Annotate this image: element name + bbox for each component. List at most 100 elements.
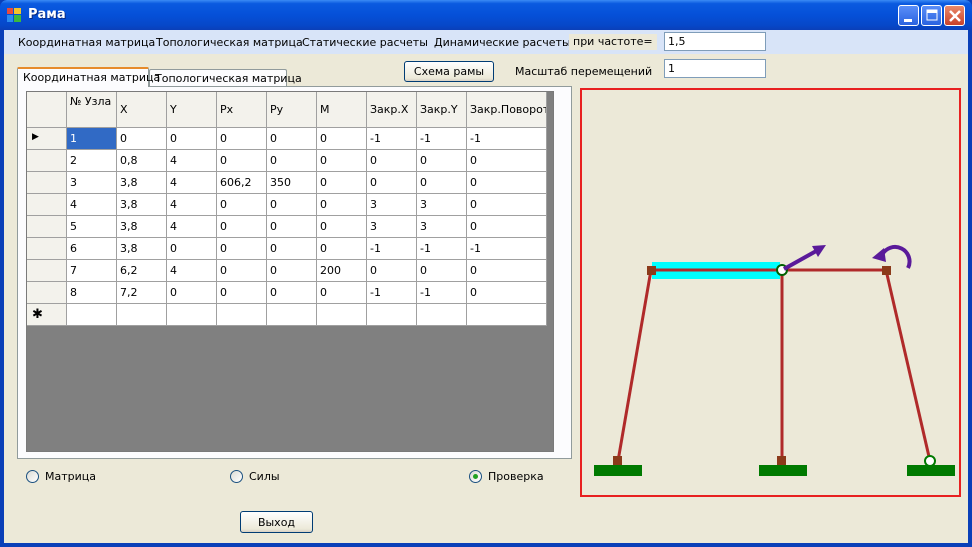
grid-cell[interactable]: 0,8 — [117, 150, 167, 172]
grid-new-row-cell[interactable] — [267, 304, 317, 326]
exit-button[interactable]: Выход — [240, 511, 313, 533]
grid-cell[interactable]: 0 — [467, 216, 547, 238]
grid-cell[interactable]: 0 — [417, 172, 467, 194]
grid-cell[interactable]: 200 — [317, 260, 367, 282]
grid-column-header[interactable]: Py — [267, 92, 317, 128]
grid-cell[interactable]: 0 — [267, 216, 317, 238]
grid-cell[interactable]: 0 — [317, 172, 367, 194]
grid-column-header[interactable]: № Узла — [67, 92, 117, 128]
grid-cell[interactable]: 0 — [217, 260, 267, 282]
grid-cell[interactable]: 0 — [117, 128, 167, 150]
grid-cell[interactable]: 4 — [167, 260, 217, 282]
maximize-button[interactable] — [921, 5, 942, 26]
grid-cell[interactable]: 3 — [367, 216, 417, 238]
grid-row-header[interactable]: ✱ — [27, 304, 67, 326]
grid-cell[interactable]: 7 — [67, 260, 117, 282]
grid-row-header[interactable] — [27, 150, 67, 172]
grid-cell[interactable]: 0 — [267, 282, 317, 304]
grid-cell[interactable]: 0 — [317, 238, 367, 260]
grid-cell[interactable]: 0 — [367, 260, 417, 282]
grid-cell[interactable]: 0 — [267, 260, 317, 282]
grid-new-row-cell[interactable] — [117, 304, 167, 326]
grid-cell[interactable]: 1 — [67, 128, 117, 150]
grid-cell[interactable]: 0 — [367, 172, 417, 194]
grid-column-header[interactable]: Закр.Y — [417, 92, 467, 128]
grid-cell[interactable]: 3 — [417, 216, 467, 238]
grid-column-header[interactable]: Закр.Поворот — [467, 92, 547, 128]
grid-cell[interactable]: 0 — [167, 128, 217, 150]
grid-cell[interactable]: 0 — [467, 172, 547, 194]
title-bar[interactable]: Рама — [0, 0, 972, 30]
radio-forces-label[interactable]: Силы — [249, 470, 280, 483]
grid-cell[interactable]: 0 — [267, 128, 317, 150]
grid-cell[interactable]: 350 — [267, 172, 317, 194]
grid-cell[interactable]: 0 — [267, 194, 317, 216]
grid-cell[interactable]: 3 — [67, 172, 117, 194]
grid-cell[interactable]: -1 — [367, 238, 417, 260]
grid-cell[interactable]: 3 — [367, 194, 417, 216]
frequency-input[interactable] — [664, 32, 766, 51]
grid-cell[interactable]: 0 — [217, 150, 267, 172]
grid-cell[interactable]: 0 — [217, 216, 267, 238]
grid-cell[interactable]: 3 — [417, 194, 467, 216]
grid-corner[interactable] — [27, 92, 67, 128]
grid-cell[interactable]: 0 — [167, 238, 217, 260]
grid-cell[interactable]: 2 — [67, 150, 117, 172]
grid-row-header[interactable] — [27, 172, 67, 194]
grid-cell[interactable]: 0 — [167, 282, 217, 304]
menu-coordinate-matrix[interactable]: Координатная матрица — [18, 36, 155, 49]
grid-new-row-cell[interactable] — [317, 304, 367, 326]
grid-cell[interactable]: -1 — [467, 128, 547, 150]
grid-cell[interactable]: 5 — [67, 216, 117, 238]
grid-column-header[interactable]: Y — [167, 92, 217, 128]
grid-cell[interactable]: -1 — [417, 282, 467, 304]
grid-new-row-cell[interactable] — [167, 304, 217, 326]
grid-cell[interactable]: 0 — [467, 194, 547, 216]
grid-cell[interactable]: 3,8 — [117, 216, 167, 238]
grid-cell[interactable]: -1 — [367, 282, 417, 304]
grid-column-header[interactable]: X — [117, 92, 167, 128]
grid-cell[interactable]: 0 — [467, 282, 547, 304]
scale-input[interactable] — [664, 59, 766, 78]
close-button[interactable] — [944, 5, 965, 26]
grid-cell[interactable]: 0 — [267, 238, 317, 260]
radio-matrix[interactable] — [26, 470, 39, 483]
grid-row-header[interactable]: ▶ — [27, 128, 67, 150]
grid-cell[interactable]: 606,2 — [217, 172, 267, 194]
grid-cell[interactable]: 4 — [167, 216, 217, 238]
grid-cell[interactable]: 0 — [417, 150, 467, 172]
grid-new-row-cell[interactable] — [467, 304, 547, 326]
grid-cell[interactable]: 0 — [217, 282, 267, 304]
grid-cell[interactable]: 0 — [217, 238, 267, 260]
grid-row-header[interactable] — [27, 216, 67, 238]
grid-cell[interactable]: -1 — [367, 128, 417, 150]
grid-cell[interactable]: 4 — [167, 194, 217, 216]
grid-cell[interactable]: 0 — [317, 216, 367, 238]
grid-cell[interactable]: 6 — [67, 238, 117, 260]
radio-check-label[interactable]: Проверка — [488, 470, 544, 483]
grid-cell[interactable]: -1 — [417, 128, 467, 150]
menu-topology-matrix[interactable]: Топологическая матрица — [156, 36, 303, 49]
grid-cell[interactable]: 4 — [167, 150, 217, 172]
menu-dynamic-calculations[interactable]: Динамические расчеты — [434, 36, 571, 49]
menu-static-calculations[interactable]: Статические расчеты — [302, 36, 428, 49]
grid-cell[interactable]: -1 — [467, 238, 547, 260]
grid-column-header[interactable]: M — [317, 92, 367, 128]
grid-cell[interactable]: 0 — [367, 150, 417, 172]
grid-column-header[interactable]: Закр.X — [367, 92, 417, 128]
grid-new-row-cell[interactable] — [367, 304, 417, 326]
grid-cell[interactable]: 3,8 — [117, 238, 167, 260]
grid-cell[interactable]: 0 — [317, 282, 367, 304]
grid-new-row-cell[interactable] — [217, 304, 267, 326]
grid-cell[interactable]: -1 — [417, 238, 467, 260]
grid-row-header[interactable] — [27, 260, 67, 282]
tab-topology-matrix[interactable]: Топологическая матрица — [149, 69, 302, 87]
grid-cell[interactable]: 0 — [317, 128, 367, 150]
tab-coordinate-matrix[interactable]: Координатная матрица — [17, 67, 160, 87]
radio-check[interactable] — [469, 470, 482, 483]
grid-cell[interactable]: 7,2 — [117, 282, 167, 304]
grid-row-header[interactable] — [27, 238, 67, 260]
grid-cell[interactable]: 4 — [67, 194, 117, 216]
grid-cell[interactable]: 6,2 — [117, 260, 167, 282]
grid-cell[interactable]: 0 — [217, 128, 267, 150]
